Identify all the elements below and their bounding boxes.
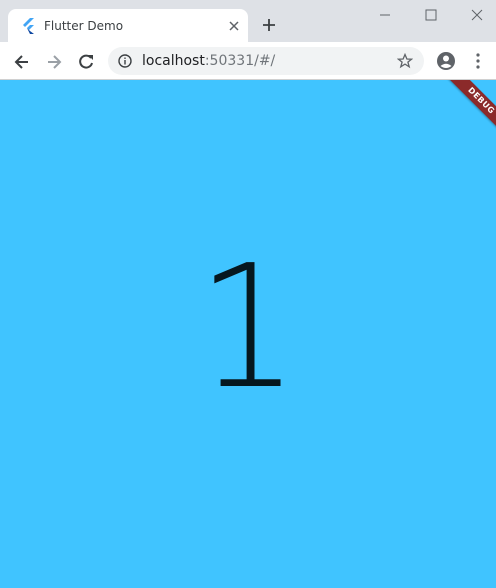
forward-arrow-icon[interactable]	[44, 52, 64, 72]
url-host: localhost	[142, 53, 205, 69]
profile-icon[interactable]	[436, 51, 456, 71]
tab-close-icon[interactable]	[226, 18, 242, 34]
maximize-icon[interactable]	[422, 6, 440, 24]
new-tab-button[interactable]	[260, 16, 278, 34]
browser-tab[interactable]: Flutter Demo	[8, 9, 248, 42]
reload-icon[interactable]	[76, 52, 96, 72]
minimize-icon[interactable]	[376, 6, 394, 24]
debug-banner: DEBUG	[437, 80, 496, 145]
browser-toolbar: localhost:50331/#/	[0, 42, 496, 80]
url-text[interactable]: localhost:50331/#/	[142, 53, 275, 69]
flutter-logo-icon	[23, 18, 34, 34]
back-arrow-icon[interactable]	[12, 52, 32, 72]
window-close-icon[interactable]	[468, 6, 486, 24]
counter-value: 1	[196, 229, 300, 427]
star-icon[interactable]	[397, 53, 413, 69]
kebab-menu-icon[interactable]	[472, 52, 484, 70]
window-titlebar: Flutter Demo	[0, 0, 496, 42]
info-icon[interactable]	[118, 54, 132, 68]
tab-title: Flutter Demo	[44, 19, 124, 33]
address-bar[interactable]: localhost:50331/#/	[108, 47, 424, 75]
url-path: :50331/#/	[204, 53, 276, 69]
flutter-app-viewport[interactable]: 1 DEBUG	[0, 80, 496, 588]
